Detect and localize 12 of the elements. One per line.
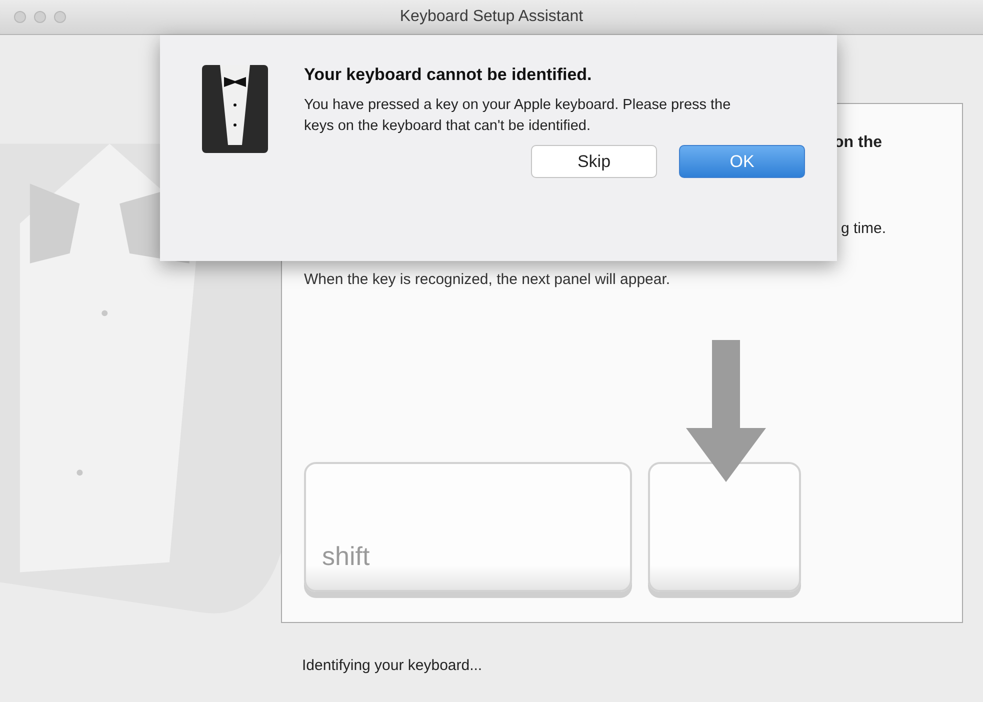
minimize-button[interactable] (34, 11, 46, 23)
status-text: Identifying your keyboard... (302, 657, 484, 674)
close-button[interactable] (14, 11, 26, 23)
alert-message: You have pressed a key on your Apple keyboard. Please press the keys on the keyboard that can't be identified. (304, 96, 732, 136)
dialog-button[interactable]: Skip (531, 145, 657, 178)
window-title: Keyboard Setup Assistant (400, 8, 584, 26)
zoom-button[interactable] (54, 11, 66, 23)
panel-text: g time. (840, 220, 886, 237)
panel-instruction: When the key is recognized, the next panel will appear. (304, 271, 672, 288)
down-arrow-icon (686, 340, 766, 482)
alert-title: Your keyboard cannot be identified. (304, 65, 593, 85)
tuxedo-icon (202, 65, 268, 153)
